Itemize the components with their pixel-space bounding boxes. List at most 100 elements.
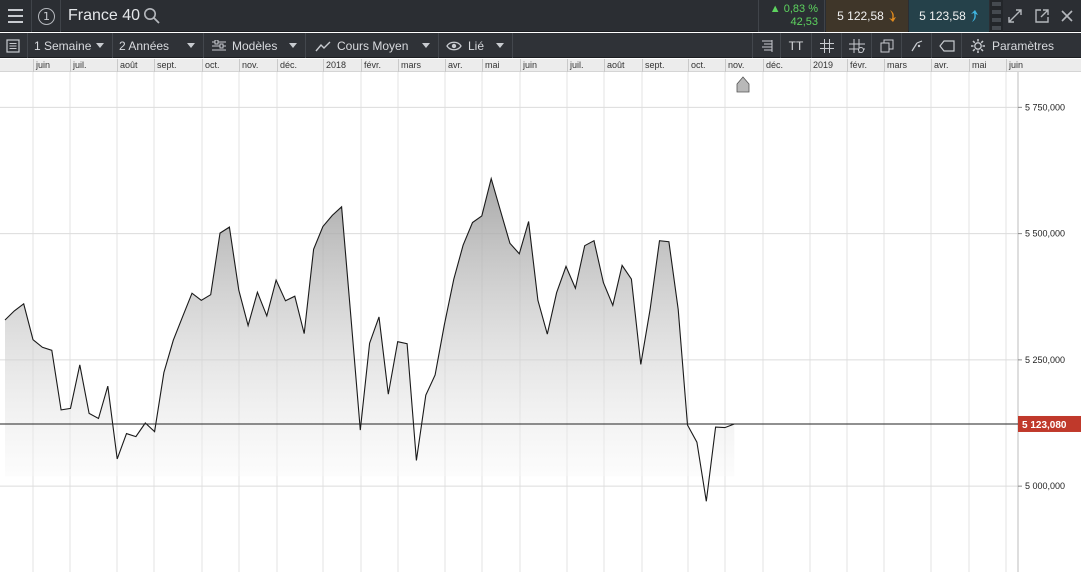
month-tick xyxy=(969,59,970,72)
price-change-box: ▲ 0,83 % 42,53 xyxy=(758,0,825,32)
buy-price-button[interactable]: 5 123,58 xyxy=(909,0,989,32)
price-chart[interactable]: 5 000,000 5 250,000 5 500,000 5 750,000 5 1… xyxy=(0,72,1081,572)
month-label: juil. xyxy=(73,60,87,70)
month-label: sept. xyxy=(157,60,177,70)
copy-icon xyxy=(880,39,893,52)
chart-type-select[interactable]: Cours Moyen xyxy=(306,33,439,58)
month-label: nov. xyxy=(242,60,259,70)
y-tick-label: 5 500,000 xyxy=(1025,229,1065,239)
close-icon[interactable] xyxy=(1057,6,1077,26)
range-label: 2 Années xyxy=(119,38,170,53)
eye-icon xyxy=(446,41,462,50)
popout-icon[interactable] xyxy=(1032,6,1052,26)
chevron-down-icon xyxy=(187,43,195,48)
chart-list-button[interactable] xyxy=(0,33,28,58)
period-label: 1 Semaine xyxy=(34,38,92,53)
month-label: 2018 xyxy=(326,60,347,70)
month-tick xyxy=(642,59,643,72)
text-size-button[interactable]: TT xyxy=(780,33,811,58)
month-label: août xyxy=(120,60,138,70)
y-tick-label: 5 000,000 xyxy=(1025,481,1065,491)
chart-type-label: Cours Moyen xyxy=(337,38,409,53)
month-label: mai xyxy=(972,60,987,70)
month-tick xyxy=(1006,59,1007,72)
grid-button[interactable] xyxy=(811,33,841,58)
sell-price-button[interactable]: 5 122,58 xyxy=(826,0,908,32)
crosshair-button[interactable] xyxy=(841,33,871,58)
range-select[interactable]: 2 Années xyxy=(113,33,204,58)
chevron-down-icon xyxy=(289,43,297,48)
order-book-button[interactable] xyxy=(752,33,780,58)
last-price-text: 5 123,080 xyxy=(1022,420,1067,431)
drawing-tools-button[interactable] xyxy=(901,33,931,58)
month-label: oct. xyxy=(691,60,706,70)
month-tick xyxy=(520,59,521,72)
y-tick-label: 5 250,000 xyxy=(1025,355,1065,365)
templates-select[interactable]: Modèles xyxy=(204,33,306,58)
settings-button[interactable]: Paramètres xyxy=(961,33,1081,58)
month-label: avr. xyxy=(934,60,949,70)
y-tick-label: 5 750,000 xyxy=(1025,102,1065,112)
month-label: sept. xyxy=(645,60,665,70)
chart-toolbar: 1 Semaine 2 Années Modèles Cours Moyen L… xyxy=(0,33,1081,58)
last-price-label: 5 123,080 xyxy=(1018,415,1081,432)
month-tick xyxy=(931,59,932,72)
month-label: juil. xyxy=(570,60,584,70)
month-tick xyxy=(277,59,278,72)
month-tick xyxy=(398,59,399,72)
month-tick xyxy=(688,59,689,72)
pen-icon xyxy=(910,39,922,51)
order-book-icon xyxy=(761,39,772,52)
linked-select[interactable]: Lié xyxy=(439,33,513,58)
event-marker-icon[interactable] xyxy=(736,76,750,93)
month-label: nov. xyxy=(728,60,745,70)
month-label: déc. xyxy=(766,60,784,70)
time-axis: juin juil. août sept. oct. nov. déc. 2018 févr. m… xyxy=(0,59,1081,72)
duplicate-button[interactable] xyxy=(871,33,901,58)
month-tick xyxy=(154,59,155,72)
list-icon xyxy=(6,38,20,53)
month-label: juin xyxy=(1009,60,1024,70)
month-tick xyxy=(567,59,568,72)
price-area xyxy=(5,178,735,502)
menu-button[interactable] xyxy=(0,0,32,32)
instrument-name[interactable]: France 40 xyxy=(68,0,140,32)
search-icon[interactable] xyxy=(143,7,161,25)
month-label: juin xyxy=(523,60,538,70)
crosshair-grid-icon xyxy=(848,38,865,53)
month-label: mars xyxy=(887,60,907,70)
templates-icon xyxy=(212,39,226,50)
templates-label: Modèles xyxy=(232,38,278,53)
month-label: mars xyxy=(401,60,421,70)
chevron-down-icon xyxy=(422,43,430,48)
month-tick xyxy=(202,59,203,72)
month-tick xyxy=(725,59,726,72)
top-bar: 1 France 40 ▲ 0,83 % 42,53 5 122,58 5 12… xyxy=(0,0,1081,32)
change-percent: ▲ 0,83 % xyxy=(769,3,818,15)
month-tick xyxy=(239,59,240,72)
chevron-down-icon xyxy=(496,43,504,48)
month-label: 2019 xyxy=(813,60,834,70)
month-tick xyxy=(884,59,885,72)
month-label: avr. xyxy=(448,60,463,70)
month-label: juin xyxy=(36,60,51,70)
gear-icon xyxy=(971,38,985,53)
month-tick xyxy=(361,59,362,72)
linked-label: Lié xyxy=(468,38,485,53)
change-absolute: 42,53 xyxy=(790,16,818,28)
month-tick xyxy=(33,59,34,72)
month-label: août xyxy=(607,60,625,70)
month-tick xyxy=(445,59,446,72)
labels-button[interactable] xyxy=(931,33,961,58)
expand-icon[interactable] xyxy=(1005,6,1025,26)
month-label: févr. xyxy=(364,60,382,70)
month-tick xyxy=(482,59,483,72)
period-select[interactable]: 1 Semaine xyxy=(28,33,113,58)
instrument-info-button[interactable]: 1 xyxy=(33,0,61,32)
month-label: mai xyxy=(485,60,500,70)
arrow-down-icon xyxy=(888,10,896,22)
buy-price: 5 123,58 xyxy=(919,9,966,23)
month-tick xyxy=(810,59,811,72)
month-tick xyxy=(323,59,324,72)
arrow-up-icon xyxy=(970,10,978,22)
